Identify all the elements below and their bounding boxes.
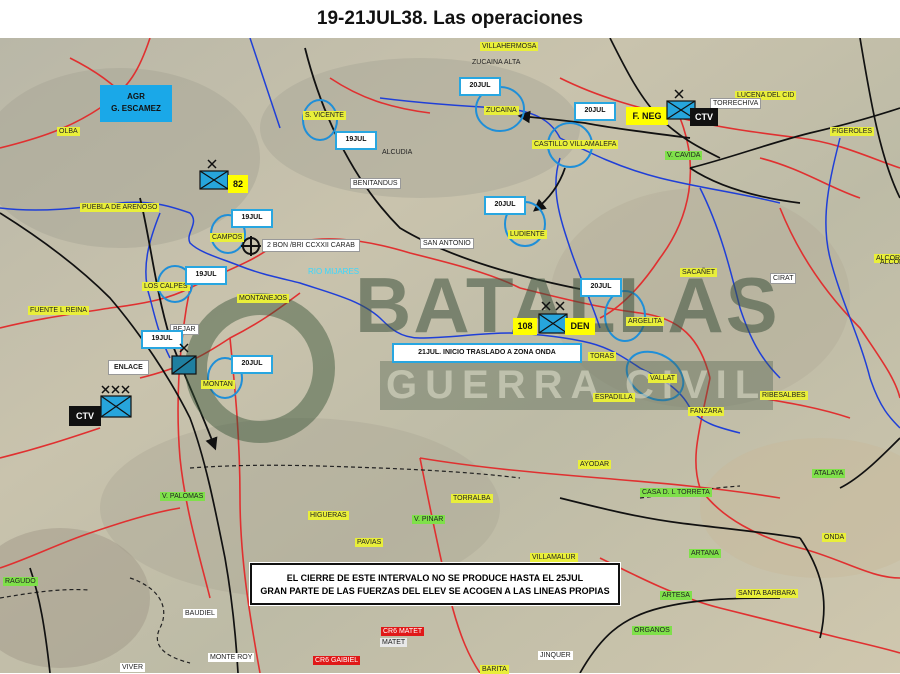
town-label: MONTAN bbox=[201, 380, 235, 389]
town-label: RIBESALBES bbox=[760, 391, 808, 400]
town-label: AYODAR bbox=[578, 460, 612, 469]
town-label: FUENTE L REINA bbox=[28, 306, 89, 315]
bon-label: 2 BON /BRI CCXXII CARAB bbox=[262, 239, 360, 252]
town-label: S. VICENTE bbox=[303, 111, 346, 120]
agr-line2: G. ESCAMEZ bbox=[111, 104, 161, 113]
unit-82-symbol bbox=[199, 159, 229, 190]
town-label: VALLAT bbox=[648, 374, 678, 383]
unit-den-label: DEN bbox=[565, 318, 595, 335]
town-label: OLBA bbox=[57, 127, 80, 136]
town-label: FANZARA bbox=[688, 407, 725, 416]
town-label: ONDA bbox=[822, 533, 847, 542]
agr-escamez-box: AGR G. ESCAMEZ bbox=[100, 85, 172, 122]
river-label: RIO MIJARES bbox=[308, 267, 360, 276]
town-label-red: CR6 GAIBIEL bbox=[313, 656, 361, 665]
town-label: PUEBLA DE ARENOSO bbox=[80, 203, 160, 212]
town-label-white: CIRAT bbox=[770, 273, 797, 284]
town-label: PAVIAS bbox=[355, 538, 384, 547]
town-label-green: V. PALOMAS bbox=[160, 492, 206, 501]
map-title: 19-21JUL38. Las operaciones bbox=[316, 8, 584, 29]
town-label-white: BENITANDUS bbox=[350, 178, 401, 189]
town-label: ESPADILLA bbox=[593, 393, 635, 402]
town-label-green: ARTESA bbox=[660, 591, 692, 600]
closure-note: EL CIERRE DE ESTE INTERVALO NO SE PRODUC… bbox=[249, 562, 621, 606]
map-canvas: BATALLAS GUERRA CIVIL RIO MIJARES OLBA P… bbox=[0, 38, 900, 674]
town-label-green: ARTANA bbox=[689, 549, 721, 558]
watermark-line2: GUERRA CIVIL bbox=[380, 361, 774, 410]
date-box-campos: 19JUL bbox=[231, 209, 273, 228]
town-label: TORAS bbox=[588, 352, 616, 361]
town-label-plain: VIVER bbox=[120, 663, 146, 672]
note-line1: EL CIERRE DE ESTE INTERVALO NO SE PRODUC… bbox=[286, 573, 584, 583]
town-label: TORRALBA bbox=[451, 494, 493, 503]
town-label: CASTILLO VILLAMALEFA bbox=[532, 140, 619, 149]
town-label-plain: ALCOR bbox=[880, 259, 900, 266]
town-label: SANTA BARBARA bbox=[736, 589, 798, 598]
enlace-label: ENLACE bbox=[108, 360, 149, 375]
town-label-green: ATALAYA bbox=[812, 469, 846, 478]
town-label-white: SAN ANTONIO bbox=[420, 238, 474, 249]
town-label: VILLAHERMOSA bbox=[480, 42, 539, 51]
agr-line1: AGR bbox=[127, 92, 145, 101]
town-label: VILLAMALUR bbox=[530, 553, 578, 562]
town-label: ARGELITA bbox=[626, 317, 665, 326]
town-label-green: ORGANOS bbox=[632, 626, 672, 635]
town-label-plain: MONTE ROY bbox=[208, 653, 255, 662]
town-label-plain: ALCUDIA bbox=[382, 149, 413, 156]
date-box-montan: 20JUL bbox=[231, 355, 273, 374]
date-box-argelita: 20JUL bbox=[580, 278, 622, 297]
ctv-left-label: CTV bbox=[69, 406, 101, 426]
date-box-svicente: 19JUL bbox=[335, 131, 377, 150]
town-label: LOS CALPES bbox=[142, 282, 190, 291]
traslado-box: 21JUL. INICIO TRASLADO A ZONA ONDA bbox=[392, 343, 582, 363]
town-label-green: V. CAVIDA bbox=[665, 151, 703, 160]
town-label: CAMPOS bbox=[210, 233, 245, 242]
town-label: MONTANEJOS bbox=[237, 294, 290, 303]
mountain-shade bbox=[260, 58, 580, 198]
town-label: ZUCAINA bbox=[484, 106, 519, 115]
town-label: FIGEROLES bbox=[830, 127, 875, 136]
town-label-plain: ZUCAINA ALTA bbox=[472, 59, 521, 66]
date-box-ludiente: 20JUL bbox=[484, 196, 526, 215]
enlace-symbol bbox=[171, 343, 197, 375]
town-label: LUDIENTE bbox=[508, 230, 547, 239]
town-label-green: CASA D. L TORRETA bbox=[640, 488, 712, 497]
town-label-green: V. PINAR bbox=[412, 515, 446, 524]
town-label: HIGUERAS bbox=[308, 511, 349, 520]
town-label-red: CR6 MATET bbox=[381, 627, 425, 636]
unit-82-label: 82 bbox=[228, 175, 248, 193]
ctv-left-symbol bbox=[100, 385, 132, 418]
unit-108-label: 108 bbox=[513, 318, 537, 335]
fneg-label: F. NEG bbox=[626, 107, 668, 125]
town-label-plain: MATET bbox=[380, 638, 408, 647]
note-line2: GRAN PARTE DE LAS FUERZAS DEL ELEV SE AC… bbox=[260, 586, 610, 596]
date-box-zucaina: 20JUL bbox=[459, 77, 501, 96]
town-label-plain: BAUDIEL bbox=[183, 609, 217, 618]
town-label: SACAÑET bbox=[680, 268, 718, 277]
ctv-right-label: CTV bbox=[690, 108, 718, 126]
date-box-castillo: 20JUL bbox=[574, 102, 616, 121]
town-label-plain: JINQUER bbox=[538, 651, 573, 660]
date-box-calpes: 19JUL bbox=[185, 266, 227, 285]
town-label-green: RAGUDO bbox=[3, 577, 38, 586]
